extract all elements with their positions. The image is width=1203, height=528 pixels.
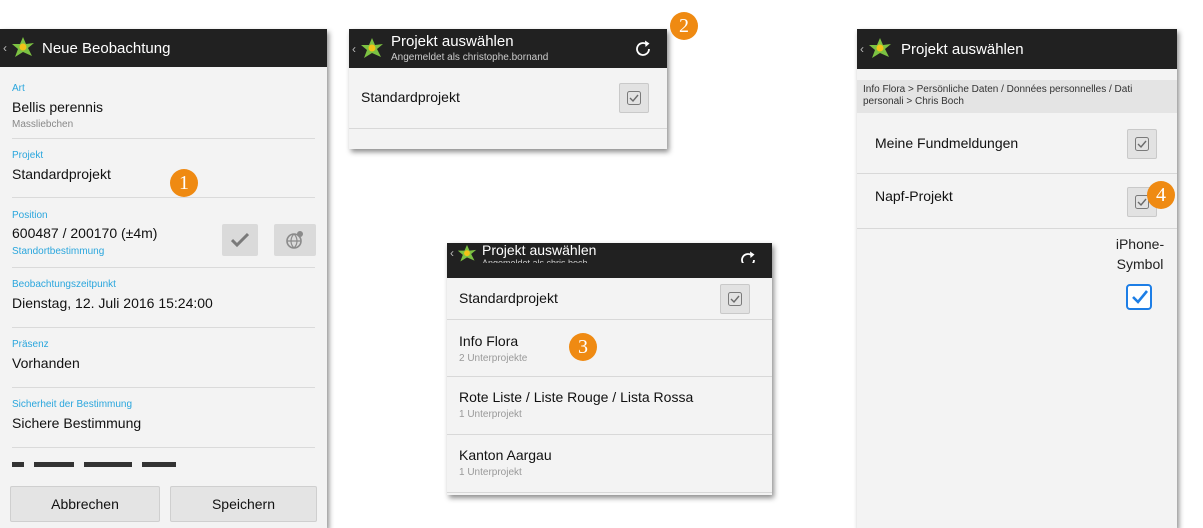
- step-badge-2: 2: [670, 12, 698, 40]
- cutoff-field-fragment: [12, 462, 182, 468]
- map-position-button[interactable]: [274, 224, 316, 256]
- screen-select-project-b: ‹ Projekt auswählen Angemeldet als chris…: [447, 243, 772, 495]
- checkbox-check-icon: [627, 91, 641, 105]
- field-label: Projekt: [12, 150, 44, 161]
- locate-link[interactable]: Standortbestimmung: [12, 246, 104, 257]
- confirm-position-button[interactable]: [222, 224, 258, 256]
- checkbox-check-icon: [728, 292, 742, 306]
- row-title: Standardprojekt: [361, 89, 460, 105]
- step-badge-1: 1: [170, 169, 198, 197]
- field-value: Sichere Bestimmung: [12, 415, 142, 431]
- action-bar: ‹ Neue Beobachtung: [0, 29, 327, 67]
- project-row-aargau[interactable]: Kanton Aargau 1 Unterprojekt: [447, 435, 772, 493]
- screen-title: Projekt auswählen: [391, 33, 514, 50]
- checkmark-icon: [231, 232, 249, 248]
- field-certainty[interactable]: Sicherheit der Bestimmung Sichere Bestim…: [12, 388, 315, 448]
- row-title: Standardprojekt: [459, 290, 558, 306]
- cancel-button[interactable]: Abbrechen: [10, 486, 160, 522]
- field-label: Sicherheit der Bestimmung: [12, 399, 133, 410]
- field-label: Art: [12, 83, 25, 94]
- annotation-line: Symbol: [1116, 256, 1164, 272]
- field-observation-time[interactable]: Beobachtungszeitpunkt Dienstag, 12. Juli…: [12, 268, 315, 328]
- field-sub: Massliebchen: [12, 119, 74, 130]
- field-value: Bellis perennis: [12, 99, 104, 115]
- field-project[interactable]: Projekt Standardprojekt: [12, 139, 315, 198]
- iphone-checkbox-icon: [1126, 284, 1152, 310]
- row-title: Kanton Aargau: [459, 447, 552, 463]
- field-position[interactable]: Position 600487 / 200170 (±4m) Standortb…: [12, 198, 316, 268]
- row-sub: 1 Unterprojekt: [459, 467, 522, 478]
- breadcrumb[interactable]: Info Flora > Persönliche Daten / Données…: [857, 80, 1177, 113]
- action-bar: ‹ Projekt auswählen Angemeldet als chris…: [349, 29, 667, 68]
- field-value: 600487 / 200170 (±4m): [12, 225, 158, 241]
- screen-title: Projekt auswählen: [901, 41, 1024, 58]
- step-badge-4: 4: [1147, 181, 1175, 209]
- save-button[interactable]: Speichern: [170, 486, 317, 522]
- checkbox-check-icon: [1135, 137, 1149, 151]
- project-row-standard[interactable]: Standardprojekt: [349, 68, 667, 129]
- back-chevron-icon[interactable]: ‹: [3, 42, 7, 54]
- checkbox[interactable]: [1127, 129, 1157, 159]
- field-presence[interactable]: Präsenz Vorhanden: [12, 328, 315, 388]
- field-value: Vorhanden: [12, 355, 80, 371]
- action-bar-main: ‹ Projekt auswählen Angemeldet als chris…: [447, 243, 772, 268]
- field-label: Position: [12, 210, 48, 221]
- app-logo-icon[interactable]: [359, 37, 385, 61]
- field-value: Standardprojekt: [12, 166, 111, 182]
- project-row-info-flora[interactable]: Info Flora 2 Unterprojekte: [447, 320, 772, 377]
- screen-new-observation: ‹ Neue Beobachtung Art Bellis perennis M…: [0, 29, 327, 528]
- app-logo-icon[interactable]: [456, 244, 478, 264]
- checkbox[interactable]: [720, 284, 750, 314]
- field-value: Dienstag, 12. Juli 2016 15:24:00: [12, 295, 213, 311]
- app-logo-icon[interactable]: [10, 36, 36, 60]
- annotation-line: iPhone-: [1115, 236, 1165, 252]
- step-badge-3: 3: [569, 333, 597, 361]
- ios-check-icon: [1132, 290, 1149, 304]
- action-bar-fill: [447, 263, 772, 278]
- project-row-rote-liste[interactable]: Rote Liste / Liste Rouge / Lista Rossa 1…: [447, 377, 772, 435]
- screen-select-project-a: ‹ Projekt auswählen Angemeldet als chris…: [349, 29, 667, 149]
- back-chevron-icon[interactable]: ‹: [450, 247, 454, 259]
- row-title: Napf-Projekt: [875, 188, 953, 204]
- row-sub: 2 Unterprojekte: [459, 353, 528, 364]
- screen-select-subproject: ‹ Projekt auswählen Info Flora > Persönl…: [857, 29, 1177, 528]
- project-row-my-findings[interactable]: Meine Fundmeldungen: [857, 119, 1177, 174]
- field-label: Präsenz: [12, 339, 49, 350]
- app-logo-icon[interactable]: [867, 37, 893, 61]
- project-row-standard[interactable]: Standardprojekt: [447, 278, 772, 320]
- screen-title: Projekt auswählen: [482, 243, 597, 258]
- refresh-icon[interactable]: [633, 39, 653, 59]
- globe-pin-icon: [286, 231, 303, 249]
- screen-title: Neue Beobachtung: [42, 40, 171, 57]
- field-species[interactable]: Art Bellis perennis Massliebchen: [12, 71, 315, 139]
- checkbox[interactable]: [619, 83, 649, 113]
- back-chevron-icon[interactable]: ‹: [352, 43, 356, 55]
- row-title: Rote Liste / Liste Rouge / Lista Rossa: [459, 389, 694, 405]
- action-bar: ‹ Projekt auswählen: [857, 29, 1177, 69]
- row-title: Info Flora: [459, 333, 519, 349]
- row-sub: 1 Unterprojekt: [459, 409, 522, 420]
- field-label: Beobachtungszeitpunkt: [12, 279, 116, 290]
- back-chevron-icon[interactable]: ‹: [860, 43, 864, 55]
- annotation-label: iPhone- Symbol: [1110, 234, 1170, 274]
- row-title: Meine Fundmeldungen: [875, 135, 1019, 151]
- screen-subtitle: Angemeldet als christophe.bornand: [391, 52, 549, 63]
- project-row-napf[interactable]: Napf-Projekt: [857, 174, 1177, 229]
